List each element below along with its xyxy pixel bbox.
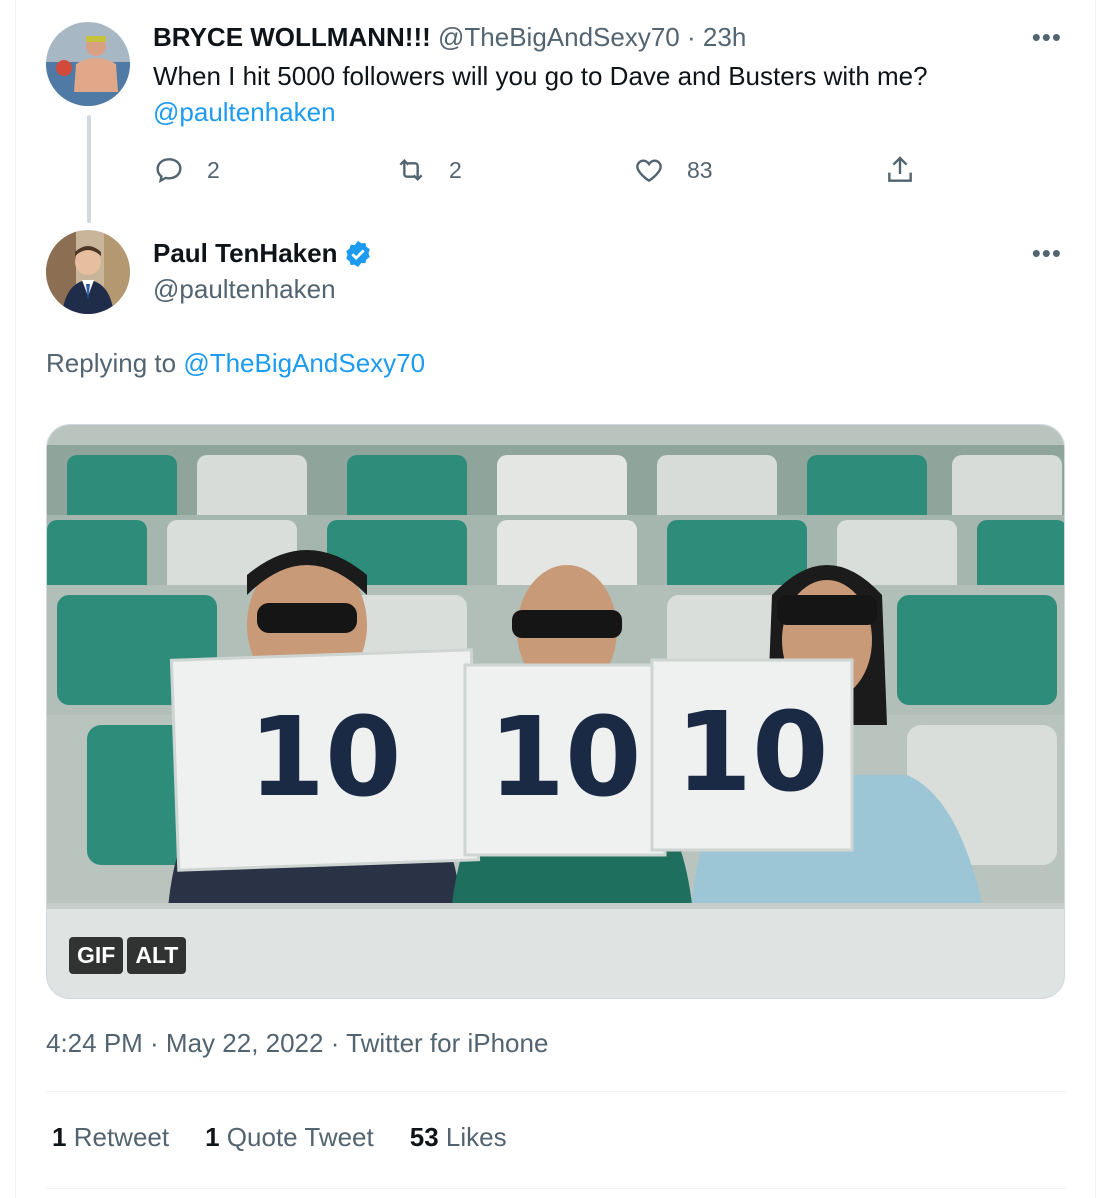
- retweet-count: 2: [449, 156, 462, 183]
- avatar[interactable]: [46, 22, 130, 106]
- share-button[interactable]: [884, 150, 938, 190]
- mention-link[interactable]: @paultenhaken: [153, 94, 336, 130]
- author-name[interactable]: Paul TenHaken: [153, 238, 337, 269]
- share-icon: [888, 156, 912, 182]
- separator-dot: ·: [687, 22, 696, 52]
- verified-badge-icon: [346, 240, 371, 267]
- media-badges: GIF ALT: [69, 937, 187, 974]
- main-tweet-author[interactable]: Paul TenHaken: [153, 238, 373, 269]
- retweet-button[interactable]: 2: [395, 150, 462, 190]
- gif-media[interactable]: 10 10 10 GIF ALT: [46, 424, 1065, 999]
- sign-text: 10: [248, 693, 401, 821]
- author-name[interactable]: BRYCE WOLLMANN!!!: [153, 22, 431, 52]
- divider: [46, 1188, 1066, 1189]
- more-options-icon[interactable]: •••: [1032, 22, 1062, 53]
- sign-text: 10: [675, 688, 828, 816]
- retweet-icon: [399, 158, 423, 182]
- tweet-stats: 1 Retweet 1 Quote Tweet 53 Likes: [52, 1122, 507, 1153]
- reply-to-author[interactable]: BRYCE WOLLMANN!!! @TheBigAndSexy70 · 23h: [153, 22, 746, 53]
- tweet-timestamp[interactable]: 4:24 PM · May 22, 2022 · Twitter for iPh…: [46, 1028, 548, 1059]
- reply-count: 2: [207, 156, 220, 183]
- author-handle[interactable]: @paultenhaken: [153, 271, 336, 307]
- gif-image: 10 10 10: [47, 425, 1064, 998]
- thread-line: [87, 115, 91, 223]
- alt-badge[interactable]: ALT: [127, 937, 187, 974]
- tweet-time[interactable]: 23h: [703, 22, 746, 52]
- replying-to-link[interactable]: @TheBigAndSexy70: [183, 348, 425, 378]
- more-options-icon[interactable]: •••: [1032, 238, 1062, 269]
- replying-to-line: Replying to @TheBigAndSexy70: [46, 345, 425, 381]
- avatar[interactable]: [46, 230, 130, 314]
- like-button[interactable]: 83: [633, 150, 713, 190]
- quote-tweets-stat[interactable]: 1 Quote Tweet: [205, 1122, 374, 1153]
- replying-label: Replying to: [46, 348, 177, 378]
- retweets-stat[interactable]: 1 Retweet: [52, 1122, 169, 1153]
- reply-icon: [156, 158, 182, 183]
- heart-icon: [636, 159, 662, 183]
- likes-stat[interactable]: 53 Likes: [410, 1122, 507, 1153]
- like-count: 83: [687, 156, 713, 183]
- tweet-text: When I hit 5000 followers will you go to…: [153, 61, 928, 91]
- sign-text: 10: [488, 693, 641, 821]
- gif-badge[interactable]: GIF: [69, 937, 124, 974]
- divider: [46, 1091, 1066, 1092]
- author-handle[interactable]: @TheBigAndSexy70: [438, 22, 680, 52]
- reply-button[interactable]: 2: [153, 150, 220, 190]
- score-signs: 10 10 10: [169, 648, 854, 872]
